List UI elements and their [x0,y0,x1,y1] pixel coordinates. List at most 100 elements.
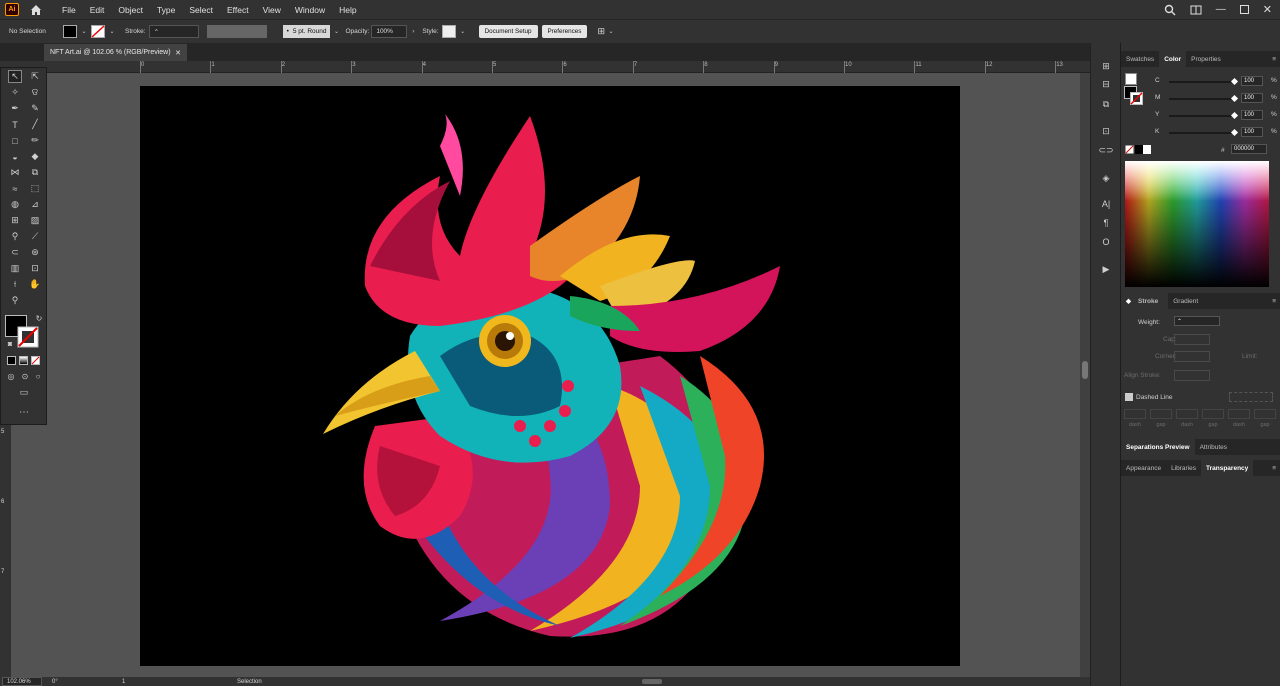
gap-field[interactable]: gap [1150,409,1172,431]
tab-separations-preview[interactable]: Separations Preview [1121,439,1195,455]
restore-icon[interactable] [1239,5,1249,14]
horizontal-scrollbar-thumb[interactable] [641,679,662,684]
shape-builder-tool-icon[interactable]: ◍ [8,198,22,211]
dashed-line-checkbox[interactable] [1125,393,1133,401]
slice-tool-icon[interactable]: ⟊ [8,278,22,291]
zoom-tool-icon[interactable]: ⚲ [8,294,22,307]
menu-view[interactable]: View [256,5,288,15]
brush-definition[interactable]: • 5 pt. Round [282,25,331,38]
fill-swatch[interactable] [63,25,77,38]
menu-help[interactable]: Help [332,5,363,15]
edit-toolbar-icon[interactable]: ⋯ [17,406,31,419]
artboard[interactable] [140,86,960,666]
measure-tool-icon[interactable]: ⟋ [28,230,42,243]
stroke-dropdown-icon[interactable]: ⌄ [108,28,116,36]
weight-input[interactable]: ⌃ [1174,316,1220,326]
stroke-swatch[interactable] [91,25,105,38]
eraser-tool-icon[interactable]: ◆ [28,150,42,163]
column-graph-tool-icon[interactable]: ▥ [8,262,22,275]
symbol-sprayer-tool-icon[interactable]: ⊛ [28,246,42,259]
gap-field[interactable]: gap [1202,409,1224,431]
fill-dropdown-icon[interactable]: ⌄ [80,28,88,36]
panel-menu-icon[interactable]: ≡ [1267,293,1280,309]
pathfinder-icon[interactable]: ⧉ [1099,98,1113,110]
scale-tool-icon[interactable]: ⧉ [28,166,42,179]
tab-properties[interactable]: Properties [1186,51,1226,67]
paintbrush-tool-icon[interactable]: ✏ [28,134,42,147]
color-stroke-box[interactable] [1130,92,1143,105]
artboard-tool-icon[interactable]: ⊡ [28,262,42,275]
libraries-icon[interactable]: ⊞ [1099,60,1113,72]
actions-icon[interactable]: ▶ [1099,263,1113,275]
minimize-icon[interactable]: — [1216,4,1226,15]
slider-knob[interactable] [1230,128,1239,137]
hand-tool-icon[interactable]: ✋ [28,278,42,291]
opacity-dropdown-icon[interactable]: › [409,28,417,36]
panel-menu-icon[interactable]: ≡ [1267,51,1280,67]
close-tab-icon[interactable]: ✕ [175,49,181,57]
cmyk-c-input[interactable]: 100 [1241,76,1263,86]
lasso-tool-icon[interactable]: ଡ [28,86,42,99]
perspective-grid-tool-icon[interactable]: ⊿ [28,198,42,211]
rotation-input[interactable]: 0° [52,679,92,685]
scrollbar-thumb[interactable] [1082,361,1088,379]
shaper-tool-icon[interactable]: ◒ [8,150,22,163]
tab-stroke[interactable]: ◆ Stroke [1121,293,1169,309]
menu-window[interactable]: Window [288,5,332,15]
tab-attributes[interactable]: Attributes [1195,439,1232,455]
menu-type[interactable]: Type [150,5,182,15]
artboard-number[interactable]: 1 [122,679,142,685]
cmyk-c-slider[interactable] [1169,77,1239,86]
eyedropper-tool-icon[interactable]: ⚲ [8,230,22,243]
draw-inside-icon[interactable]: ○ [31,370,45,383]
cmyk-m-input[interactable]: 100 [1241,93,1263,103]
align-icon[interactable]: ⊟ [1099,78,1113,90]
line-tool-icon[interactable]: ╱ [28,118,42,131]
cmyk-k-slider[interactable] [1169,128,1239,137]
opentype-icon[interactable]: O [1099,236,1113,248]
tab-swatches[interactable]: Swatches [1121,51,1159,67]
character-icon[interactable]: A| [1099,198,1113,210]
arrange-documents-icon[interactable] [1190,4,1202,16]
draw-normal-icon[interactable]: ◎ [4,370,18,383]
graphic-style-swatch[interactable] [441,25,456,38]
transform-icon[interactable]: ⊡ [1099,125,1113,137]
dash-field[interactable]: dash [1176,409,1198,431]
preferences-button[interactable]: Preferences [541,25,588,38]
screen-mode-icon[interactable]: ▭ [17,386,31,399]
menu-effect[interactable]: Effect [220,5,256,15]
tab-appearance[interactable]: Appearance [1121,460,1166,476]
arrange-icon[interactable]: ⊞ [597,26,605,37]
black-swatch[interactable] [1135,145,1143,154]
swap-colors-icon[interactable]: ↻ [32,312,46,325]
cmyk-y-input[interactable]: 100 [1241,110,1263,120]
gradient-mode-icon[interactable] [19,356,28,365]
zoom-input[interactable]: 102.06% [2,677,42,686]
tab-color[interactable]: Color [1159,51,1187,67]
none-mode-icon[interactable] [31,356,40,365]
free-transform-tool-icon[interactable]: ⬚ [28,182,42,195]
arrange-dropdown-icon[interactable]: ⌄ [607,28,615,36]
paragraph-icon[interactable]: ¶ [1099,217,1113,229]
cmyk-m-slider[interactable] [1169,94,1239,103]
gradient-tool-icon[interactable]: ▨ [28,214,42,227]
menu-object[interactable]: Object [111,5,150,15]
magic-wand-tool-icon[interactable]: ✧ [8,86,22,99]
none-color-icon[interactable] [1125,145,1134,154]
direct-selection-tool-icon[interactable]: ⇱ [28,70,42,83]
mesh-tool-icon[interactable]: ⊞ [8,214,22,227]
document-setup-button[interactable]: Document Setup [478,25,538,38]
slider-knob[interactable] [1230,94,1239,103]
menu-file[interactable]: File [55,5,83,15]
stroke-weight-input[interactable]: ⌃ [148,25,199,38]
pen-tool-icon[interactable]: ✒ [8,102,22,115]
tab-transparency[interactable]: Transparency [1201,460,1254,476]
gap-field[interactable]: gap [1254,409,1276,431]
rooster-artwork[interactable] [140,86,960,666]
color-spectrum[interactable] [1125,161,1269,287]
curvature-tool-icon[interactable]: ✎ [28,102,42,115]
layers-icon[interactable]: ◈ [1099,172,1113,184]
variable-width-profile[interactable] [206,25,267,38]
type-tool-icon[interactable]: T [8,118,22,131]
cmyk-k-input[interactable]: 100 [1241,127,1263,137]
